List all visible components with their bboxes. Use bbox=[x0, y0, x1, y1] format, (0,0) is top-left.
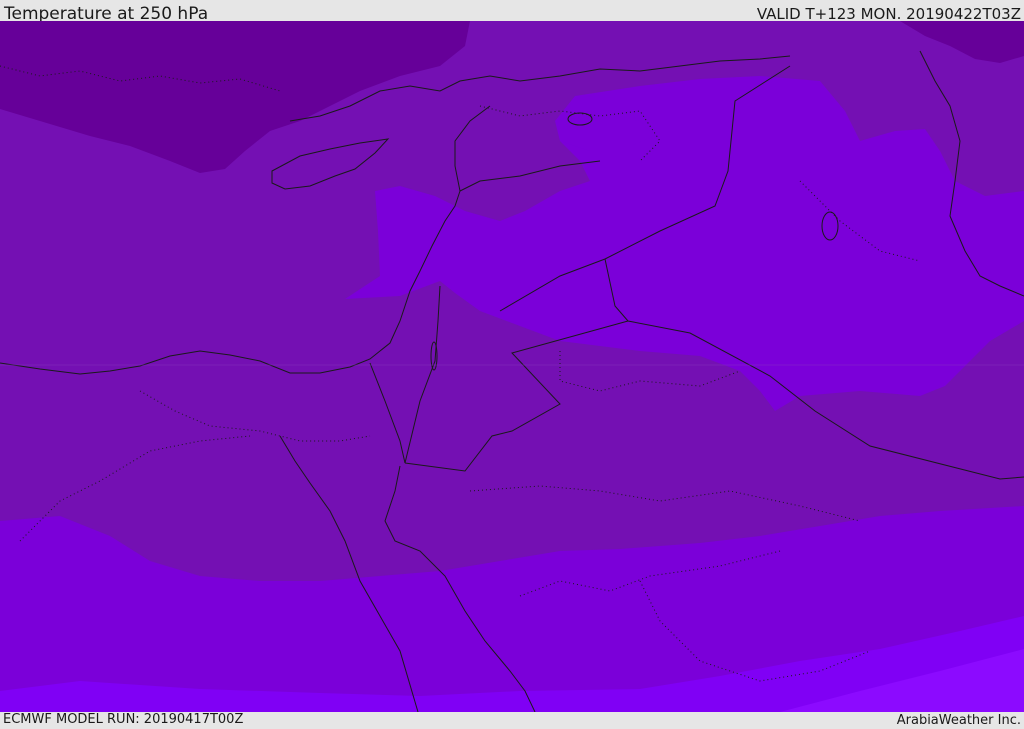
temperature-map-svg bbox=[0, 21, 1024, 712]
provider-label: ArabiaWeather Inc. bbox=[896, 713, 1021, 728]
footer-bar: ECMWF MODEL RUN: 20190417T00Z ArabiaWeat… bbox=[0, 712, 1024, 729]
map-figure: Temperature at 250 hPa VALID T+123 MON. … bbox=[0, 0, 1024, 729]
map-canvas bbox=[0, 21, 1024, 712]
header-bar: Temperature at 250 hPa VALID T+123 MON. … bbox=[0, 0, 1024, 24]
model-run-label: ECMWF MODEL RUN: 20190417T00Z bbox=[3, 712, 244, 727]
